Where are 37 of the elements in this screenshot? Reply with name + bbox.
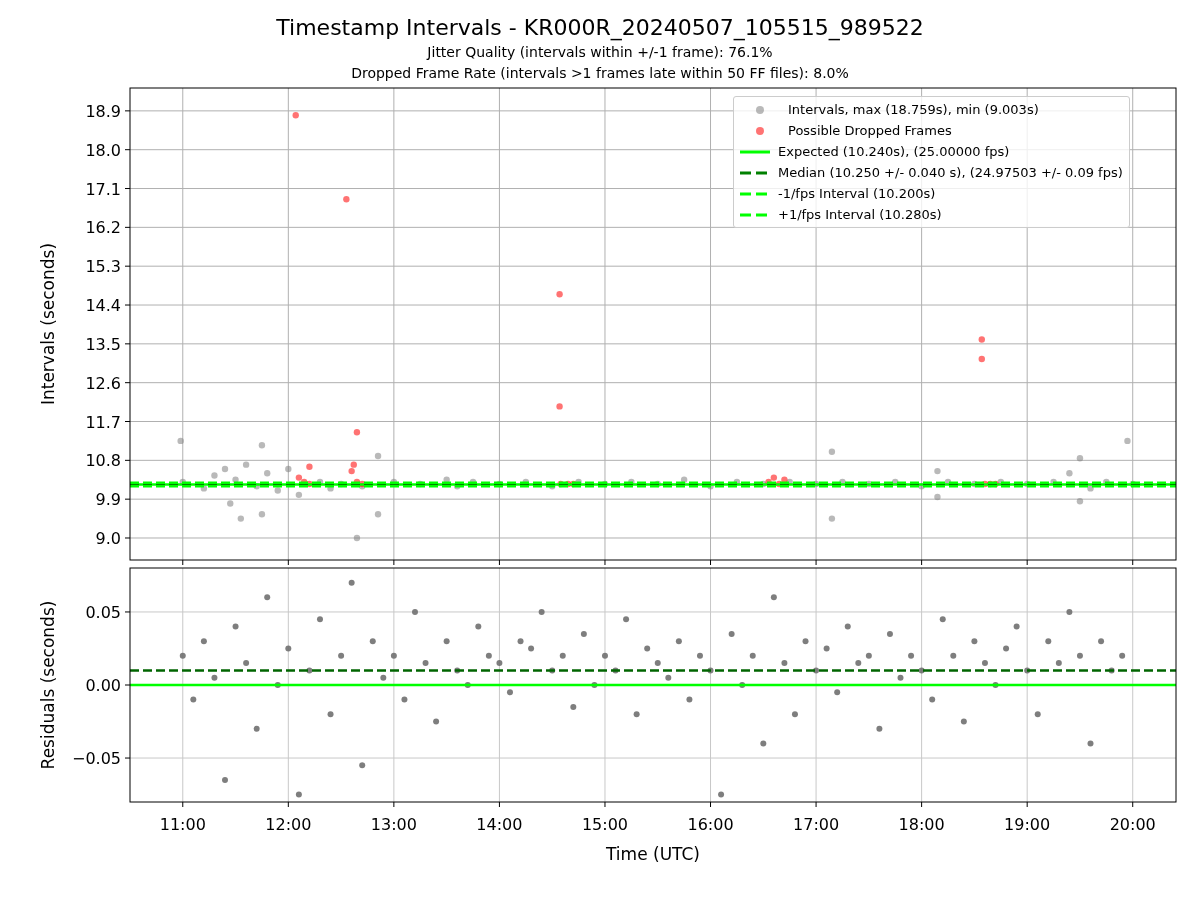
legend-label: +1/fps Interval (10.280s) bbox=[778, 207, 942, 222]
figure-title: Timestamp Intervals - KR000R_20240507_105515_989522 bbox=[276, 14, 924, 42]
y-tick-label: 15.3 bbox=[85, 257, 121, 277]
y-tick-label: 11.7 bbox=[85, 412, 121, 432]
y-tick-label: 10.8 bbox=[85, 451, 121, 471]
x-tick-label: 13:00 bbox=[370, 815, 417, 834]
legend-label: Possible Dropped Frames bbox=[788, 123, 952, 138]
y-tick-label: 9.0 bbox=[95, 529, 121, 548]
y-axis-label: Intervals (seconds) bbox=[38, 242, 58, 406]
legend-label: -1/fps Interval (10.200s) bbox=[778, 186, 936, 201]
y-tick-label: 9.9 bbox=[95, 490, 121, 510]
legend-label: Expected (10.240s), (25.00000 fps) bbox=[778, 144, 1010, 159]
y-tick-label: −0.05 bbox=[71, 749, 121, 769]
y-tick-label: 18.9 bbox=[85, 101, 121, 121]
y-tick-label: 13.5 bbox=[85, 334, 121, 354]
figure-subtitle: Jitter Quality (intervals within +/-1 frame): 76.1% bbox=[427, 43, 773, 62]
y-tick-label: 17.1 bbox=[85, 179, 121, 199]
x-tick-label: 11:00 bbox=[159, 815, 206, 834]
x-tick-label: 18:00 bbox=[898, 815, 945, 834]
x-axis-label: Time (UTC) bbox=[606, 844, 700, 864]
x-tick-label: 12:00 bbox=[265, 815, 312, 834]
x-tick-label: 17:00 bbox=[793, 815, 840, 834]
y-tick-label: 18.0 bbox=[85, 140, 121, 160]
y-tick-label: 12.6 bbox=[85, 373, 121, 393]
x-tick-label: 19:00 bbox=[1004, 815, 1051, 834]
y-tick-label: 14.4 bbox=[85, 296, 121, 315]
legend-label: Intervals, max (18.759s), min (9.003s) bbox=[788, 102, 1039, 117]
x-tick-label: 14:00 bbox=[476, 815, 523, 834]
y-tick-label: 0.05 bbox=[85, 602, 121, 622]
x-tick-label: 15:00 bbox=[581, 815, 629, 834]
figure-subtitle: Dropped Frame Rate (intervals >1 frames late within 50 FF files): 8.0% bbox=[351, 64, 849, 83]
y-tick-label: 16.2 bbox=[85, 218, 121, 238]
y-axis-label: Residuals (seconds) bbox=[38, 600, 58, 770]
y-tick-label: 0.00 bbox=[85, 676, 121, 695]
x-tick-label: 20:00 bbox=[1109, 815, 1156, 834]
x-tick-label: 16:00 bbox=[687, 815, 734, 834]
legend-label: Median (10.250 +/- 0.040 s), (24.97503 +/- 0.09 fps) bbox=[778, 165, 1123, 180]
